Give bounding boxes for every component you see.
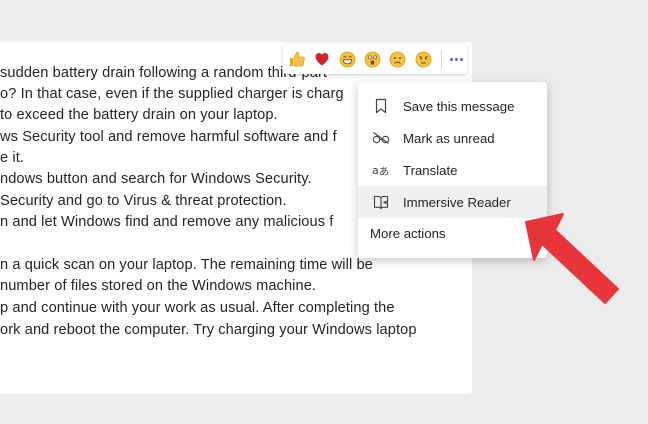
immersive-reader-icon (372, 193, 390, 211)
menu-item-label: Mark as unread (403, 130, 495, 146)
like-reaction-icon[interactable] (285, 47, 308, 71)
laugh-reaction-icon[interactable] (336, 47, 359, 71)
menu-item-mark-unread[interactable]: Mark as unread (358, 122, 547, 154)
menu-item-label: Translate (403, 162, 458, 178)
annotation-arrow-icon (525, 213, 619, 304)
message-text-line: number of files stored on the Windows ma… (0, 278, 317, 294)
menu-item-label: Immersive Reader (403, 194, 511, 210)
message-text-line: o? In that case, even if the supplied ch… (0, 86, 344, 102)
sad-reaction-icon[interactable] (386, 47, 409, 71)
message-text-line: n and let Windows find and remove any ma… (0, 214, 334, 230)
translate-icon: aあ (372, 161, 390, 179)
more-actions-link[interactable]: More actions (370, 226, 446, 241)
angry-reaction-icon[interactable] (411, 47, 434, 71)
heart-reaction-icon[interactable] (310, 47, 333, 71)
message-text-line: ork and reboot the computer. Try chargin… (0, 322, 417, 338)
message-text-line: p and continue with your work as usual. … (0, 300, 395, 316)
svg-text:あ: あ (379, 166, 389, 178)
unread-glasses-icon (372, 129, 390, 147)
reaction-bar-divider (440, 50, 442, 68)
message-text-line: sudden battery drain following a random … (0, 65, 328, 81)
message-text-line: Security and go to Virus & threat protec… (0, 193, 287, 209)
message-text-line: ws Security tool and remove harmful soft… (0, 129, 337, 145)
message-text-line: e it. (0, 150, 25, 166)
message-text-line: to exceed the battery drain on your lapt… (0, 107, 278, 123)
reaction-bar (283, 44, 467, 74)
svg-text:a: a (372, 164, 379, 177)
message-text-line: n a quick scan on your laptop. The remai… (0, 257, 373, 273)
message-text-line: ndows button and search for Windows Secu… (0, 171, 312, 187)
menu-item-save-message[interactable]: Save this message (358, 90, 547, 122)
menu-item-label: Save this message (403, 98, 515, 114)
menu-item-translate[interactable]: aあ Translate (358, 154, 547, 186)
bookmark-icon (372, 97, 390, 115)
more-options-icon[interactable] (446, 48, 467, 70)
surprised-reaction-icon[interactable] (361, 47, 384, 71)
